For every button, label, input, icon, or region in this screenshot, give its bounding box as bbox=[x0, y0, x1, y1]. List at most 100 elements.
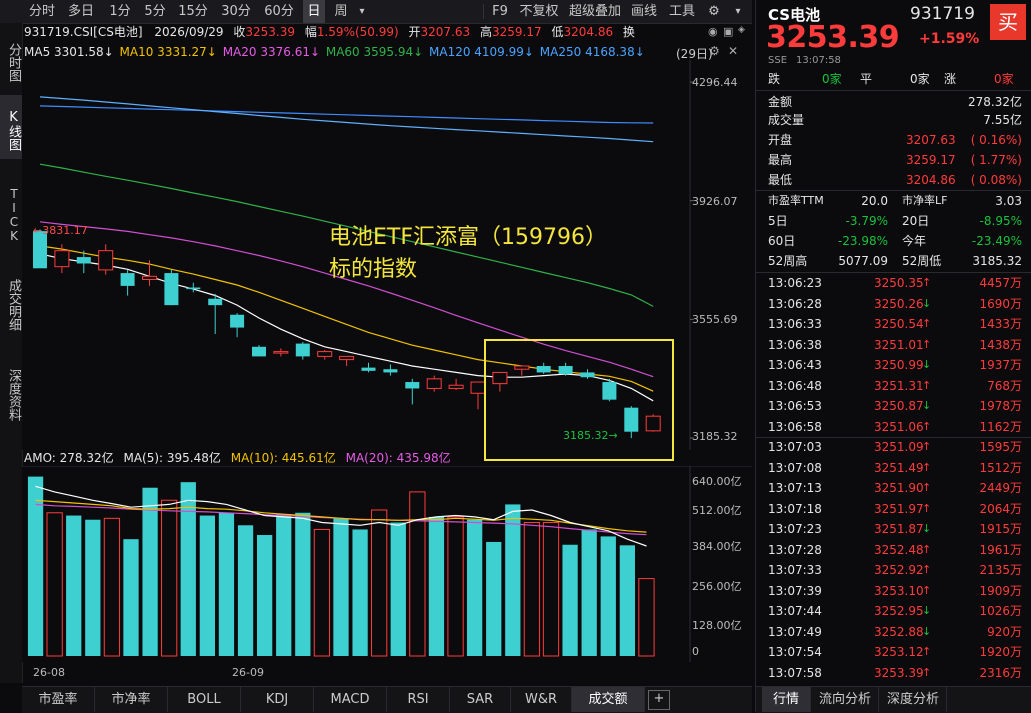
draw-line-button[interactable]: 画线 bbox=[628, 0, 660, 23]
volume-bar bbox=[161, 499, 178, 657]
period-15min-tab[interactable]: 15分 bbox=[174, 0, 212, 23]
candle-body bbox=[426, 378, 442, 389]
more-periods-chevron-icon[interactable]: ▾ bbox=[355, 0, 369, 23]
tick-price: 3250.35 bbox=[874, 276, 924, 290]
period-day-tab[interactable]: 日 bbox=[303, 0, 325, 23]
period-30min-tab[interactable]: 30分 bbox=[216, 0, 256, 23]
buy-button[interactable]: 买 bbox=[990, 4, 1026, 40]
vol-axis-label-1: 512.00亿 bbox=[692, 504, 742, 517]
volume-bar bbox=[467, 519, 483, 656]
no-adjust-button[interactable]: 不复权 bbox=[515, 0, 563, 23]
quote-code: 931719 bbox=[910, 4, 975, 24]
tick-row: 13:07:18 3251.97 ↑ 2064万 bbox=[756, 499, 1031, 519]
tick-arrow-icon: ↑ bbox=[922, 645, 932, 658]
tick-row: 13:07:54 3253.12 ↑ 1920万 bbox=[756, 642, 1031, 662]
tick-volume: 768万 bbox=[987, 378, 1022, 393]
period-5min-tab[interactable]: 5分 bbox=[139, 0, 171, 23]
super-overlay-button[interactable]: 超级叠加 bbox=[566, 0, 624, 23]
candle-body bbox=[120, 273, 135, 286]
bar-low: 3204.86 bbox=[563, 25, 614, 39]
tick-arrow-icon: ↑ bbox=[922, 337, 932, 351]
tick-arrow-icon: ↓ bbox=[922, 604, 932, 617]
return-60d: -23.98% bbox=[837, 234, 888, 248]
low-row: 最低 3204.86 ( 0.08%) bbox=[756, 170, 1031, 190]
f9-button[interactable]: F9 bbox=[487, 0, 513, 23]
volume-bar bbox=[180, 482, 196, 656]
period-1min-tab[interactable]: 1分 bbox=[104, 0, 136, 23]
tab-macd[interactable]: MACD bbox=[314, 687, 387, 712]
price-axis-label-bottom: 3185.32 bbox=[692, 430, 738, 443]
ma120-value: MA120 4109.99↓ bbox=[429, 45, 534, 59]
tab-trade-details[interactable]: 成交明细 bbox=[0, 261, 22, 345]
toolbar-more-chevron-icon[interactable]: ▾ bbox=[728, 0, 748, 23]
tab-amount[interactable]: 成交额 bbox=[572, 687, 645, 712]
tick-price: 3253.10 bbox=[874, 583, 924, 598]
bar-info-line: 931719.CSI[CS电池] 2026/09/29 收3253.39 幅1.… bbox=[24, 25, 635, 39]
period-intraday-tab[interactable]: 分时 bbox=[24, 0, 60, 23]
tick-volume: 1978万 bbox=[979, 399, 1022, 413]
period-toolbar: 分时 多日 1分 5分 15分 30分 60分 日 周 ▾ F9 不复权 超级叠… bbox=[0, 0, 752, 24]
tab-sar[interactable]: SAR bbox=[450, 687, 511, 712]
tick-row: 13:06:58 3251.06 ↑ 1162万 bbox=[756, 417, 1031, 437]
tick-row: 13:07:39 3253.10 ↑ 1909万 bbox=[756, 581, 1031, 601]
candle-body bbox=[273, 351, 289, 354]
tab-kdj[interactable]: KDJ bbox=[241, 687, 314, 712]
left-vertical-tabs: 分时图 K线图 TICK 成交明细 深度资料 bbox=[0, 23, 23, 683]
vol-axis-label-3: 256.00亿 bbox=[692, 580, 742, 593]
low-pct: ( 0.08%) bbox=[970, 173, 1022, 187]
tab-quote[interactable]: 行情 bbox=[762, 687, 811, 712]
tick-row: 13:06:53 3250.87 ↓ 1978万 bbox=[756, 396, 1031, 416]
candle-body bbox=[186, 287, 201, 290]
tab-pe[interactable]: 市盈率 bbox=[22, 687, 95, 712]
volume-bar bbox=[428, 516, 445, 656]
tab-boll[interactable]: BOLL bbox=[168, 687, 241, 712]
period-multiday-tab[interactable]: 多日 bbox=[62, 0, 100, 23]
period-week-tab[interactable]: 周 bbox=[329, 0, 353, 23]
tab-depth-analysis[interactable]: 深度分析 bbox=[880, 687, 947, 712]
settings-gear-icon[interactable]: ⚙ bbox=[704, 0, 724, 23]
add-indicator-plus-icon[interactable]: + bbox=[648, 690, 670, 710]
bar-close: 3253.39 bbox=[245, 25, 295, 39]
ma-settings-gear-icon[interactable]: ⚙ bbox=[709, 44, 720, 58]
tick-volume: 1512万 bbox=[979, 460, 1022, 475]
tab-wr[interactable]: W&R bbox=[511, 687, 572, 712]
tab-intraday-chart[interactable]: 分时图 bbox=[0, 27, 22, 91]
tick-list[interactable]: 13:06:23 3250.35 ↑ 4457万 13:06:28 3250.26 ↓ 169… bbox=[756, 273, 1031, 683]
tick-volume: 2316万 bbox=[979, 665, 1022, 680]
week52-high: 5077.09 bbox=[838, 254, 888, 268]
tick-price: 3250.87 bbox=[874, 399, 924, 413]
volume-bar bbox=[123, 539, 139, 656]
tab-depth-data[interactable]: 深度资料 bbox=[0, 351, 22, 435]
tools-button[interactable]: 工具 bbox=[666, 0, 698, 23]
open-value: 3207.63 bbox=[906, 133, 956, 147]
tick-price: 3252.88 bbox=[874, 624, 924, 639]
quote-change-pct: +1.59% bbox=[919, 31, 980, 47]
tick-time: 13:07:44 bbox=[768, 604, 822, 618]
camera-icon[interactable]: ▣ bbox=[723, 25, 733, 38]
tab-kline-chart[interactable]: K线图 bbox=[0, 95, 22, 159]
volume-bar bbox=[581, 529, 597, 656]
tick-row: 13:07:23 3251.87 ↓ 1915万 bbox=[756, 519, 1031, 539]
ma-close-icon[interactable]: ✕ bbox=[728, 44, 738, 58]
exchange-label: SSE bbox=[768, 55, 788, 66]
period-60min-tab[interactable]: 60分 bbox=[259, 0, 299, 23]
flat-count: 0家 bbox=[910, 72, 930, 86]
eye-icon[interactable]: ◉ bbox=[708, 25, 718, 38]
wp-icon[interactable]: ◈ bbox=[738, 25, 745, 35]
x-axis-label-sep: 26-09 bbox=[232, 666, 264, 679]
volume-row: 成交量 7.55亿 bbox=[756, 110, 1031, 130]
tab-flow-analysis[interactable]: 流向分析 bbox=[812, 687, 879, 712]
vol-axis-label-4: 128.00亿 bbox=[692, 619, 742, 632]
symbol-label: 931719.CSI[CS电池] bbox=[24, 25, 143, 39]
tick-row: 13:07:49 3252.88 ↓ 920万 bbox=[756, 622, 1031, 642]
right-panel-tabs: 行情 流向分析 深度分析 bbox=[756, 686, 1031, 713]
tick-price: 3250.26 bbox=[874, 296, 924, 311]
volume-bar bbox=[313, 528, 331, 657]
tab-rsi[interactable]: RSI bbox=[387, 687, 450, 712]
price-axis-label-2: 3926.07 bbox=[692, 195, 738, 208]
overlay-line1: 电池ETF汇添富（159796） bbox=[329, 225, 607, 250]
volume-chart[interactable] bbox=[22, 466, 752, 662]
tab-tick[interactable]: TICK bbox=[0, 171, 22, 255]
tick-volume: 1937万 bbox=[979, 358, 1022, 372]
tab-pb[interactable]: 市净率 bbox=[95, 687, 168, 712]
